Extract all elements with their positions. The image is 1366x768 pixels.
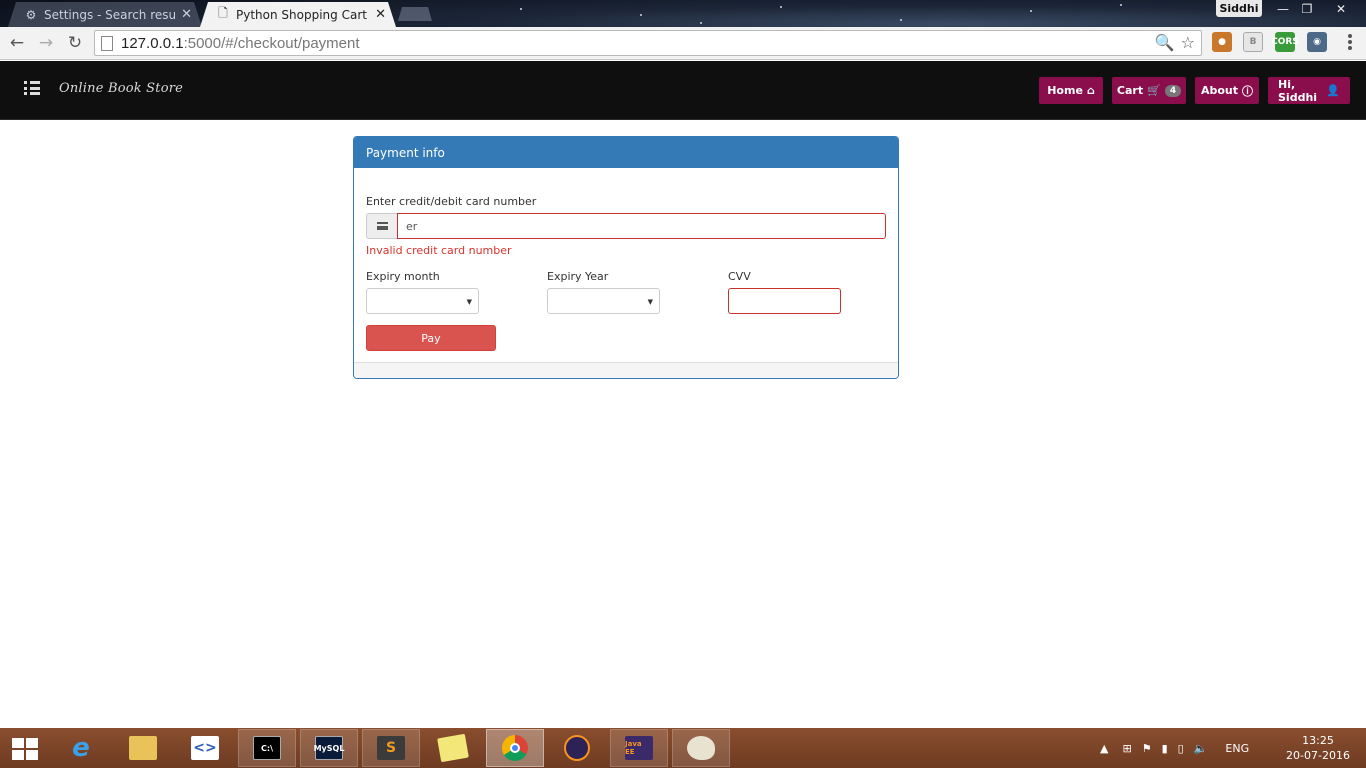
- home-button[interactable]: Home ⌂: [1039, 77, 1103, 104]
- show-hidden-icons-icon[interactable]: ▲: [1100, 742, 1108, 755]
- user-icon: 👤: [1326, 84, 1340, 97]
- payment-panel: Payment info Enter credit/debit card num…: [353, 136, 899, 379]
- credit-card-icon: [366, 213, 397, 239]
- cart-button[interactable]: Cart 🛒 4: [1112, 77, 1186, 104]
- sticky-notes-icon: [437, 733, 469, 763]
- windows-icon[interactable]: ⊞: [1122, 742, 1131, 755]
- mysql-icon: MySQL: [314, 736, 344, 760]
- taskbar-internet-explorer[interactable]: e: [52, 729, 110, 767]
- taskbar-command-prompt[interactable]: C:\: [238, 729, 296, 767]
- tab-strip: ⚙ Settings - Search results ✕ 🗋 Python S…: [0, 0, 1366, 27]
- restore-button[interactable]: ❐: [1294, 0, 1320, 18]
- taskbar-sticky-notes[interactable]: [424, 729, 482, 767]
- close-icon[interactable]: ✕: [181, 7, 192, 22]
- cart-label: Cart: [1116, 84, 1144, 97]
- brand-title[interactable]: Online Book Store: [59, 81, 183, 96]
- clock-date: 20-07-2016: [1286, 749, 1350, 762]
- home-icon: ⌂: [1086, 84, 1095, 97]
- list-menu-icon[interactable]: [24, 81, 40, 95]
- taskbar-sublime-text[interactable]: S: [362, 729, 420, 767]
- windows-start-icon[interactable]: [12, 738, 38, 760]
- eclipse-icon: [564, 735, 590, 761]
- expiry-year-select[interactable]: ▼: [547, 288, 660, 314]
- extension-icon[interactable]: ●: [1212, 32, 1232, 52]
- browser-toolbar: ← → ↻ 127.0.0.1:5000/#/checkout/payment …: [0, 27, 1366, 60]
- chrome-icon: [502, 735, 528, 761]
- cart-count-badge: 4: [1164, 84, 1182, 97]
- bookmark-star-icon[interactable]: ☆: [1181, 33, 1195, 52]
- gear-icon: ⚙: [25, 7, 37, 22]
- taskbar-chrome[interactable]: [486, 729, 544, 767]
- taskbar-file-explorer[interactable]: [114, 729, 172, 767]
- battery-icon[interactable]: ▯: [1178, 742, 1184, 755]
- about-label: About: [1200, 84, 1239, 97]
- chrome-menu-button[interactable]: [1342, 33, 1358, 51]
- sublime-text-icon: S: [377, 736, 405, 760]
- profile-button[interactable]: Siddhi: [1216, 0, 1262, 17]
- file-explorer-icon: [129, 736, 157, 760]
- eye-extension-icon[interactable]: ◉: [1307, 32, 1327, 52]
- taskbar-eclipse[interactable]: [548, 729, 606, 767]
- browser-chrome: ⚙ Settings - Search results ✕ 🗋 Python S…: [0, 0, 1366, 60]
- user-label: Hi, Siddhi: [1278, 77, 1318, 104]
- taskbar-visual-studio[interactable]: <>: [176, 729, 234, 767]
- home-label: Home: [1047, 84, 1083, 97]
- cvv-input[interactable]: [728, 288, 841, 314]
- page-icon: 🗋: [218, 6, 228, 20]
- card-number-label: Enter credit/debit card number: [366, 195, 537, 208]
- caret-down-icon: ▼: [647, 298, 653, 306]
- card-number-input[interactable]: [397, 213, 886, 239]
- extension-b-icon[interactable]: B: [1243, 32, 1263, 52]
- tab-python-shopping-cart[interactable]: 🗋 Python Shopping Cart ✕: [200, 2, 396, 27]
- url-text: 127.0.0.1:5000/#/checkout/payment: [121, 35, 360, 52]
- java-ee-ide-icon: Java EE: [625, 736, 653, 760]
- app-navbar: Online Book Store Home ⌂ Cart 🛒 4 About …: [0, 61, 1366, 120]
- new-tab-button[interactable]: [398, 7, 432, 21]
- reload-button[interactable]: ↻: [64, 32, 86, 54]
- zoom-icon[interactable]: 🔍: [1155, 33, 1175, 52]
- internet-explorer-icon: e: [72, 733, 90, 763]
- expiry-month-label: Expiry month: [366, 270, 440, 283]
- tab-title: Settings - Search results: [44, 7, 176, 22]
- panel-heading: Payment info: [354, 137, 898, 168]
- card-error-message: Invalid credit card number: [366, 244, 512, 257]
- taskbar-paint[interactable]: [672, 729, 730, 767]
- clock-time: 13:25: [1302, 734, 1334, 747]
- close-window-button[interactable]: ✕: [1328, 0, 1354, 18]
- cvv-label: CVV: [728, 270, 751, 283]
- address-bar[interactable]: 127.0.0.1:5000/#/checkout/payment 🔍 ☆: [94, 30, 1202, 56]
- url-host: 127.0.0.1: [121, 34, 184, 52]
- pay-button[interactable]: Pay: [366, 325, 496, 351]
- expiry-month-select[interactable]: ▼: [366, 288, 479, 314]
- taskbar-clock[interactable]: 13:25 20-07-2016: [1286, 733, 1350, 763]
- user-menu-button[interactable]: Hi, Siddhi 👤: [1268, 77, 1350, 104]
- panel-footer: [354, 362, 898, 378]
- language-indicator[interactable]: ENG: [1225, 742, 1249, 755]
- cart-icon: 🛒: [1147, 84, 1161, 97]
- taskbar-mysql[interactable]: MySQL: [300, 729, 358, 767]
- network-icon[interactable]: ▮: [1162, 742, 1168, 755]
- expiry-year-label: Expiry Year: [547, 270, 609, 283]
- cors-extension-icon[interactable]: CORS: [1271, 32, 1299, 52]
- about-button[interactable]: About ⓘ: [1195, 77, 1259, 104]
- back-button[interactable]: ←: [6, 32, 28, 54]
- volume-icon[interactable]: 🔈: [1194, 742, 1208, 755]
- visual-studio-icon: <>: [191, 736, 219, 760]
- caret-down-icon: ▼: [466, 298, 472, 306]
- system-tray: ▲ ⊞ ⚑ ▮ ▯ 🔈 ENG: [1100, 728, 1249, 768]
- windows-taskbar: e <> C:\ MySQL S Java EE ▲ ⊞ ⚑ ▮ ▯ 🔈 ENG: [0, 728, 1366, 768]
- flag-icon[interactable]: ⚑: [1142, 742, 1152, 755]
- tab-settings[interactable]: ⚙ Settings - Search results ✕: [8, 2, 202, 27]
- close-icon[interactable]: ✕: [375, 7, 386, 22]
- card-number-group: [366, 213, 886, 239]
- forward-button[interactable]: →: [35, 32, 57, 54]
- paint-icon: [687, 736, 715, 760]
- tab-title: Python Shopping Cart: [236, 7, 367, 22]
- minimize-button[interactable]: —: [1270, 0, 1296, 18]
- url-path: :5000/#/checkout/payment: [183, 34, 360, 52]
- taskbar-java-ee-ide[interactable]: Java EE: [610, 729, 668, 767]
- info-icon: ⓘ: [1242, 84, 1254, 98]
- command-prompt-icon: C:\: [253, 736, 281, 760]
- page-icon: [101, 35, 113, 51]
